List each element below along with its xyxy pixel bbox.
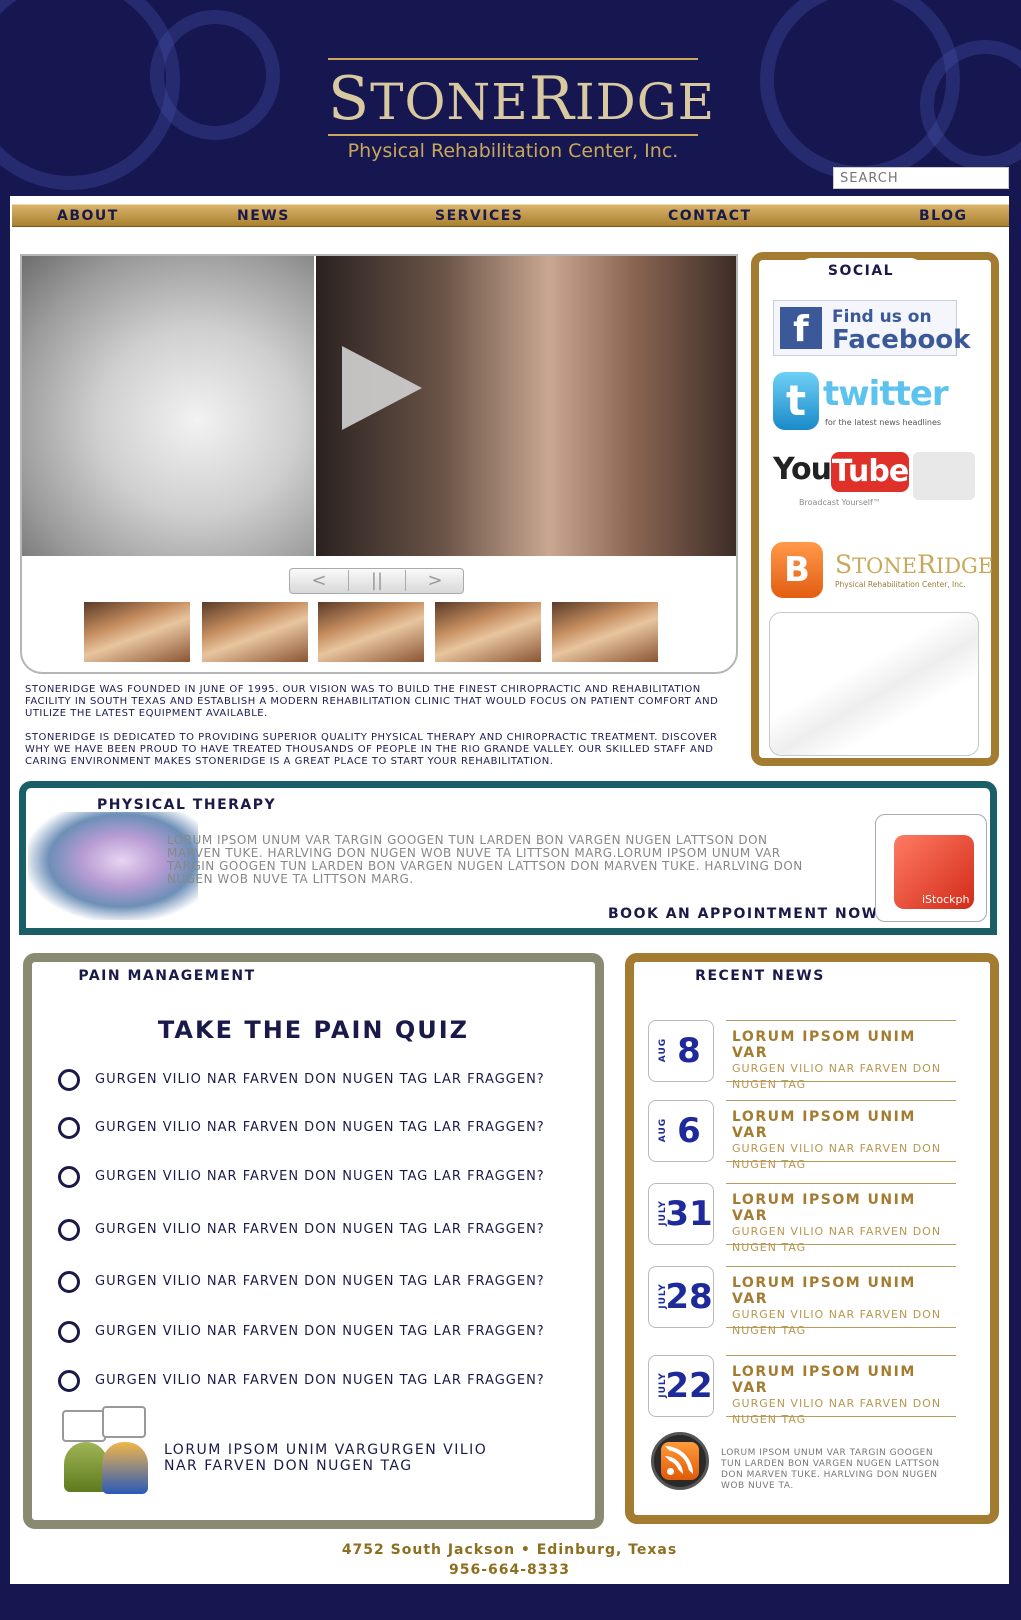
nav-item-contact[interactable]: CONTACT bbox=[668, 208, 752, 224]
news-item: JULY 22 LORUM IPSOM UNIM VAR GURGEN VILIO … bbox=[648, 1355, 956, 1426]
facebook-icon: f bbox=[780, 307, 822, 350]
quiz-radio[interactable] bbox=[58, 1166, 80, 1188]
news-date: JULY 28 bbox=[648, 1266, 714, 1328]
news-date: JULY 22 bbox=[648, 1355, 714, 1417]
news-summary: GURGEN VILIO NAR FARVEN DON NUGEN TAG bbox=[732, 1142, 942, 1171]
youtube-button[interactable]: You Tube Broadcast Yourself™ bbox=[773, 452, 983, 512]
blog-logo-name: STONERIDGE bbox=[835, 550, 994, 579]
social-title: SOCIAL bbox=[801, 258, 921, 284]
youtube-you: You bbox=[773, 452, 832, 487]
quiz-radio[interactable] bbox=[58, 1370, 80, 1392]
news-summary: GURGEN VILIO NAR FARVEN DON NUGEN TAG bbox=[732, 1225, 942, 1254]
twitter-subtitle: for the latest news headlines bbox=[825, 418, 942, 427]
news-item: JULY 28 LORUM IPSOM UNIM VAR GURGEN VILIO … bbox=[648, 1266, 956, 1337]
people-icon bbox=[62, 1406, 158, 1496]
quiz-radio[interactable] bbox=[58, 1271, 80, 1293]
rss-icon[interactable] bbox=[651, 1432, 709, 1490]
quiz-radio[interactable] bbox=[58, 1219, 80, 1241]
blogger-icon: B bbox=[771, 542, 823, 598]
video-thumbnail[interactable] bbox=[84, 602, 190, 662]
play-icon[interactable] bbox=[342, 346, 422, 430]
facebook-line2: Facebook bbox=[832, 325, 971, 355]
quiz-radio[interactable] bbox=[58, 1321, 80, 1343]
youtube-subtitle: Broadcast Yourself™ bbox=[799, 498, 881, 507]
camera-icon bbox=[913, 452, 975, 500]
nav-item-about[interactable]: ABOUT bbox=[57, 208, 119, 224]
nav-item-news[interactable]: NEWS bbox=[237, 208, 290, 224]
video-thumbnail[interactable] bbox=[202, 602, 308, 662]
video-frame[interactable] bbox=[22, 256, 736, 556]
intro-paragraph: STONERIDGE IS DEDICATED TO PROVIDING SUP… bbox=[25, 732, 718, 767]
news-date: JULY 31 bbox=[648, 1183, 714, 1245]
physical-therapy-panel: PHYSICAL THERAPY LORUM IPSOM UNUM VAR TA… bbox=[19, 781, 997, 935]
news-item: AUG 8 LORUM IPSOM UNIM VAR GURGEN VILIO NA… bbox=[648, 1020, 956, 1091]
footer-address: 4752 South Jackson • Edinburg, Texas bbox=[341, 1542, 678, 1558]
logo-tagline: Physical Rehabilitation Center, Inc. bbox=[347, 140, 679, 162]
twitter-icon: t bbox=[773, 372, 819, 430]
logo-name: STONERIDGE bbox=[328, 64, 716, 134]
video-thumbnail[interactable] bbox=[435, 602, 541, 662]
pause-button[interactable]: || bbox=[348, 570, 406, 591]
facebook-line1: Find us on bbox=[832, 307, 932, 327]
rss-text: LORUM IPSOM UNUM VAR TARGIN GOOGEN TUN L… bbox=[721, 1448, 940, 1491]
nav-item-blog[interactable]: BLOG bbox=[919, 208, 968, 224]
news-summary: GURGEN VILIO NAR FARVEN DON NUGEN TAG bbox=[732, 1397, 942, 1426]
news-date: AUG 6 bbox=[648, 1100, 714, 1162]
blog-logo-tagline: Physical Rehabilitation Center, Inc. bbox=[835, 580, 966, 589]
quiz-title: TAKE THE PAIN QUIZ bbox=[157, 1016, 470, 1044]
youtube-icon: Tube bbox=[831, 452, 909, 492]
twitter-button[interactable]: t twitter for the latest news headlines bbox=[773, 372, 957, 434]
news-item: AUG 6 LORUM IPSOM UNIM VAR GURGEN VILIO NA… bbox=[648, 1100, 956, 1171]
site-footer: 4752 South Jackson • Edinburg, Texas 956… bbox=[10, 1540, 1009, 1580]
news-headline[interactable]: LORUM IPSOM UNIM VAR bbox=[732, 1364, 956, 1396]
slideshow-controls: < || > bbox=[289, 568, 464, 594]
site-logo[interactable]: STONERIDGE Physical Rehabilitation Cente… bbox=[328, 58, 716, 168]
pain-management-title: PAIN MANAGEMENT bbox=[67, 962, 267, 988]
blog-button[interactable]: B STONERIDGE Physical Rehabilitation Cen… bbox=[771, 540, 993, 606]
prev-button[interactable]: < bbox=[290, 570, 348, 591]
physical-therapy-text: LORUM IPSOM UNUM VAR TARGIN GOOGEN TUN L… bbox=[167, 833, 803, 886]
video-thumbnail[interactable] bbox=[552, 602, 658, 662]
news-summary: GURGEN VILIO NAR FARVEN DON NUGEN TAG bbox=[732, 1062, 942, 1091]
next-button[interactable]: > bbox=[406, 570, 464, 591]
quiz-radio[interactable] bbox=[58, 1069, 80, 1091]
nav-item-services[interactable]: SERVICES bbox=[435, 208, 523, 224]
image-watermark: iStockph bbox=[922, 893, 970, 906]
xray-image bbox=[22, 256, 314, 556]
news-headline[interactable]: LORUM IPSOM UNIM VAR bbox=[732, 1275, 956, 1307]
news-date: AUG 8 bbox=[648, 1020, 714, 1082]
video-player[interactable]: < || > bbox=[20, 254, 738, 674]
news-item: JULY 31 LORUM IPSOM UNIM VAR GURGEN VILIO … bbox=[648, 1183, 956, 1254]
intro-paragraph: STONERIDGE WAS FOUNDED IN JUNE OF 1995. … bbox=[25, 684, 719, 719]
quiz-radio[interactable] bbox=[58, 1117, 80, 1139]
news-headline[interactable]: LORUM IPSOM UNIM VAR bbox=[732, 1192, 956, 1224]
video-thumbnail[interactable] bbox=[318, 602, 424, 662]
recent-news-panel: RECENT NEWS AUG 8 LORUM IPSOM UNIM VAR GUR… bbox=[625, 953, 999, 1524]
logo-rule-top bbox=[328, 58, 698, 60]
appointment-button[interactable]: iStockph bbox=[875, 814, 987, 922]
footer-phone[interactable]: 956-664-8333 bbox=[10, 1560, 1009, 1580]
intro-text: STONERIDGE WAS FOUNDED IN JUNE OF 1995. … bbox=[25, 684, 735, 780]
pain-management-footer-text: LORUM IPSOM UNIM VARGURGEN VILIO NAR FAR… bbox=[164, 1442, 488, 1474]
social-feed-box bbox=[769, 612, 979, 756]
search-input[interactable] bbox=[833, 167, 1009, 189]
book-appointment-link[interactable]: BOOK AN APPOINTMENT NOW bbox=[608, 906, 879, 922]
main-nav: ABOUT NEWS SERVICES CONTACT BLOG bbox=[12, 204, 1009, 227]
news-headline[interactable]: LORUM IPSOM UNIM VAR bbox=[732, 1109, 956, 1141]
social-panel: SOCIAL f Find us on Facebook t twitter f… bbox=[751, 252, 999, 766]
news-summary: GURGEN VILIO NAR FARVEN DON NUGEN TAG bbox=[732, 1308, 942, 1337]
pain-management-panel: PAIN MANAGEMENT TAKE THE PAIN QUIZ GURGE… bbox=[23, 953, 604, 1529]
facebook-button[interactable]: f Find us on Facebook bbox=[773, 300, 970, 356]
twitter-wordmark: twitter bbox=[823, 374, 949, 414]
site-header: STONERIDGE Physical Rehabilitation Cente… bbox=[0, 0, 1021, 196]
news-headline[interactable]: LORUM IPSOM UNIM VAR bbox=[732, 1029, 956, 1061]
logo-rule-bottom bbox=[328, 134, 698, 136]
recent-news-title: RECENT NEWS bbox=[670, 962, 850, 988]
